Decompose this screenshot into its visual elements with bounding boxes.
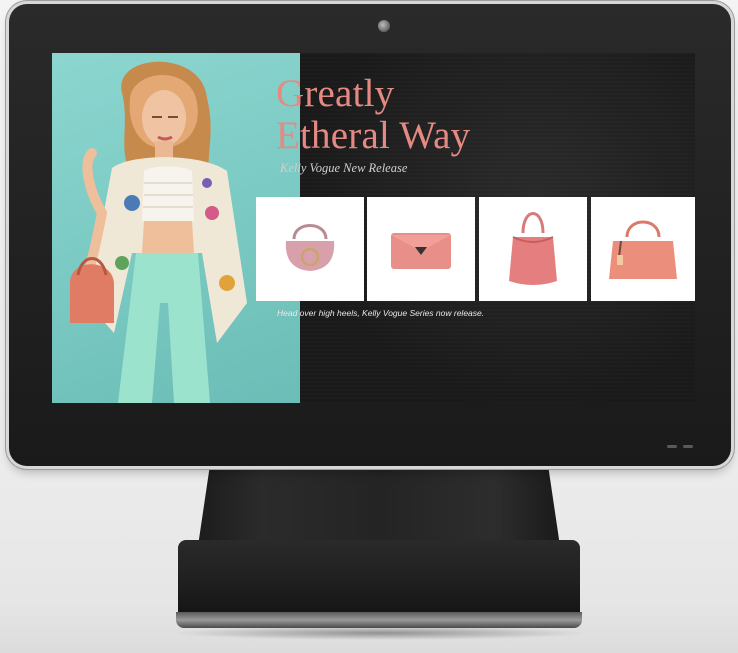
- headline: Greatly Etheral Way: [276, 73, 470, 157]
- product-tile[interactable]: [479, 197, 587, 301]
- subtitle: Kelly Vogue New Release: [280, 161, 408, 175]
- pink-bucket-bag-icon: [509, 212, 557, 285]
- headline-line-1: Greatly: [276, 72, 395, 115]
- pink-saddle-bag-icon: [285, 224, 335, 271]
- product-tile[interactable]: [591, 197, 695, 301]
- monitor-stand-lip: [176, 612, 582, 628]
- product-tile[interactable]: [256, 197, 364, 301]
- tagline: Head over high heels, Kelly Vogue Series…: [277, 308, 485, 318]
- status-led: [683, 445, 693, 448]
- coral-clutch-icon: [391, 233, 451, 269]
- monitor-stand-base: [178, 540, 580, 618]
- status-led: [667, 445, 677, 448]
- product-tile[interactable]: [367, 197, 475, 301]
- camera-icon: [378, 20, 390, 32]
- display-screen[interactable]: Greatly Etheral Way Kelly Vogue New Rele…: [52, 53, 695, 403]
- headline-line-2: Etheral Way: [276, 114, 471, 157]
- stand-shadow: [170, 626, 590, 640]
- coral-tote-bag-icon: [609, 220, 677, 279]
